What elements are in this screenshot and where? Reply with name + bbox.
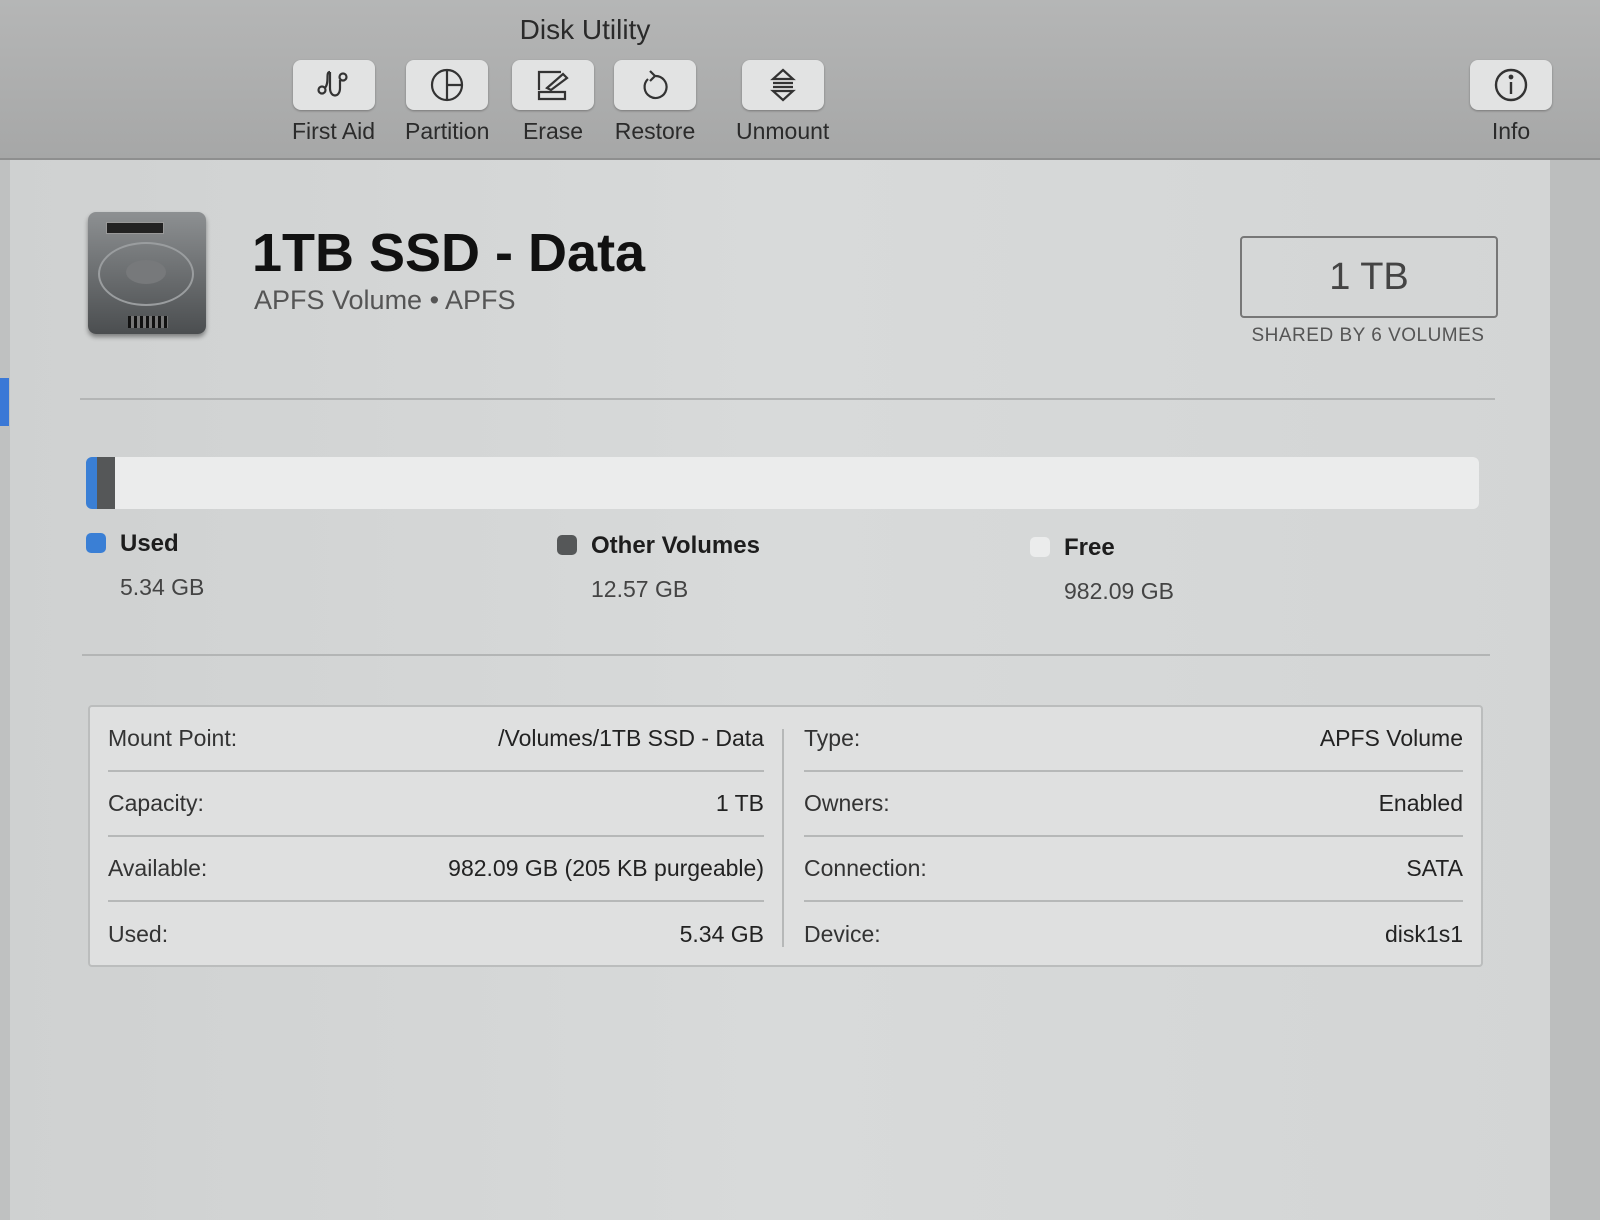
volume-name: 1TB SSD - Data bbox=[252, 223, 646, 283]
sidebar-selected-item[interactable] bbox=[0, 378, 9, 426]
free-swatch bbox=[1030, 537, 1050, 557]
divider bbox=[82, 654, 1490, 656]
stethoscope-icon bbox=[316, 70, 348, 97]
usage-bar bbox=[86, 457, 1479, 509]
eject-icon bbox=[769, 68, 796, 102]
info-row-used: Used: 5.34 GB bbox=[108, 921, 764, 947]
other-volumes-segment bbox=[97, 457, 115, 509]
info-left-column: Mount Point:/Volumes/1TB SSD - Data Capa… bbox=[90, 707, 784, 965]
used-swatch bbox=[86, 533, 106, 553]
erase-icon bbox=[537, 70, 569, 101]
info-button[interactable]: Info bbox=[1470, 60, 1552, 145]
info-right-column: Type: APFS Volume Owners: Enabled Connecti… bbox=[786, 707, 1483, 965]
used-segment bbox=[86, 457, 98, 509]
info-row-mount-point: Mount Point:/Volumes/1TB SSD - Data bbox=[108, 707, 764, 772]
info-row-owners: Owners: Enabled bbox=[804, 772, 1463, 837]
divider bbox=[80, 398, 1495, 400]
info-table: Mount Point:/Volumes/1TB SSD - Data Capa… bbox=[88, 705, 1483, 967]
partition-button[interactable]: Partition bbox=[405, 60, 489, 145]
toolbar: Disk Utility First Aid Partition Erase R… bbox=[0, 0, 1600, 160]
column-divider bbox=[782, 729, 784, 947]
restore-button[interactable]: Restore bbox=[614, 60, 696, 145]
shared-label: SHARED BY 6 VOLUMES bbox=[1251, 325, 1485, 346]
info-icon bbox=[1494, 68, 1528, 102]
capacity-box: 1 TB bbox=[1240, 236, 1498, 318]
pie-partition-icon bbox=[431, 68, 464, 102]
free-segment bbox=[114, 457, 1479, 509]
erase-button[interactable]: Erase bbox=[512, 60, 594, 145]
first-aid-button[interactable]: First Aid bbox=[292, 60, 375, 145]
hard-disk-icon bbox=[88, 212, 206, 334]
info-row-device: Device: disk1s1 bbox=[804, 921, 1463, 947]
window-edge bbox=[1550, 160, 1600, 1220]
info-row-capacity: Capacity: 1 TB bbox=[108, 772, 764, 837]
window-title: Disk Utility bbox=[519, 14, 651, 45]
unmount-button[interactable]: Unmount bbox=[736, 60, 829, 145]
info-row-type: Type: APFS Volume bbox=[804, 707, 1463, 772]
info-row-connection: Connection: SATA bbox=[804, 837, 1463, 902]
volume-subtitle: APFS Volume • APFS bbox=[254, 285, 516, 315]
info-row-available: Available: 982.09 GB (205 KB purgeable) bbox=[108, 837, 764, 902]
sidebar bbox=[0, 160, 10, 1220]
other-volumes-swatch bbox=[557, 535, 577, 555]
restore-icon bbox=[643, 70, 668, 100]
main-content bbox=[10, 160, 1550, 1220]
